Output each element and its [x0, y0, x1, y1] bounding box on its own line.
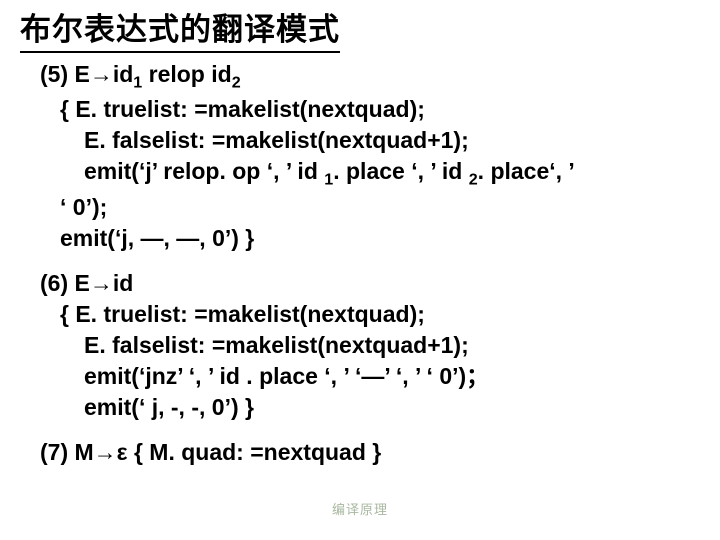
slide: 布尔表达式的翻译模式 (5) E→id1 relop id2 { E. true…	[0, 0, 720, 540]
slide-body: (5) E→id1 relop id2 { E. truelist: =make…	[20, 59, 700, 468]
rule-7-head: (7) M→ε { M. quad: =nextquad }	[40, 437, 700, 468]
rule-6-head: (6) E→id	[40, 268, 700, 299]
rule-5-line-3: emit(‘j’ relop. op ‘, ’ id 1. place ‘, ’…	[40, 156, 700, 191]
rule-6-line-2: E. falselist: =makelist(nextquad+1);	[40, 330, 700, 361]
rule-6-line-4: emit(‘ j, -, -, 0’) }	[40, 392, 700, 423]
rule-6-line-1: { E. truelist: =makelist(nextquad);	[40, 299, 700, 330]
footer-label: 编译原理	[332, 499, 388, 518]
rule-5-head: (5) E→id1 relop id2	[40, 59, 700, 94]
rule-5: (5) E→id1 relop id2 { E. truelist: =make…	[40, 59, 700, 254]
rule-6-line-3: emit(‘jnz’ ‘, ’ id . place ‘, ’ ‘—’ ‘, ’…	[40, 361, 700, 392]
rule-7: (7) M→ε { M. quad: =nextquad }	[40, 437, 700, 468]
rule-5-line-4: ‘ 0’);	[40, 192, 700, 223]
rule-5-line-5: emit(‘j, —, —, 0’) }	[40, 223, 700, 254]
slide-title: 布尔表达式的翻译模式	[20, 4, 340, 53]
rule-5-line-2: E. falselist: =makelist(nextquad+1);	[40, 125, 700, 156]
rule-6: (6) E→id { E. truelist: =makelist(nextqu…	[40, 268, 700, 423]
rule-5-line-1: { E. truelist: =makelist(nextquad);	[40, 94, 700, 125]
